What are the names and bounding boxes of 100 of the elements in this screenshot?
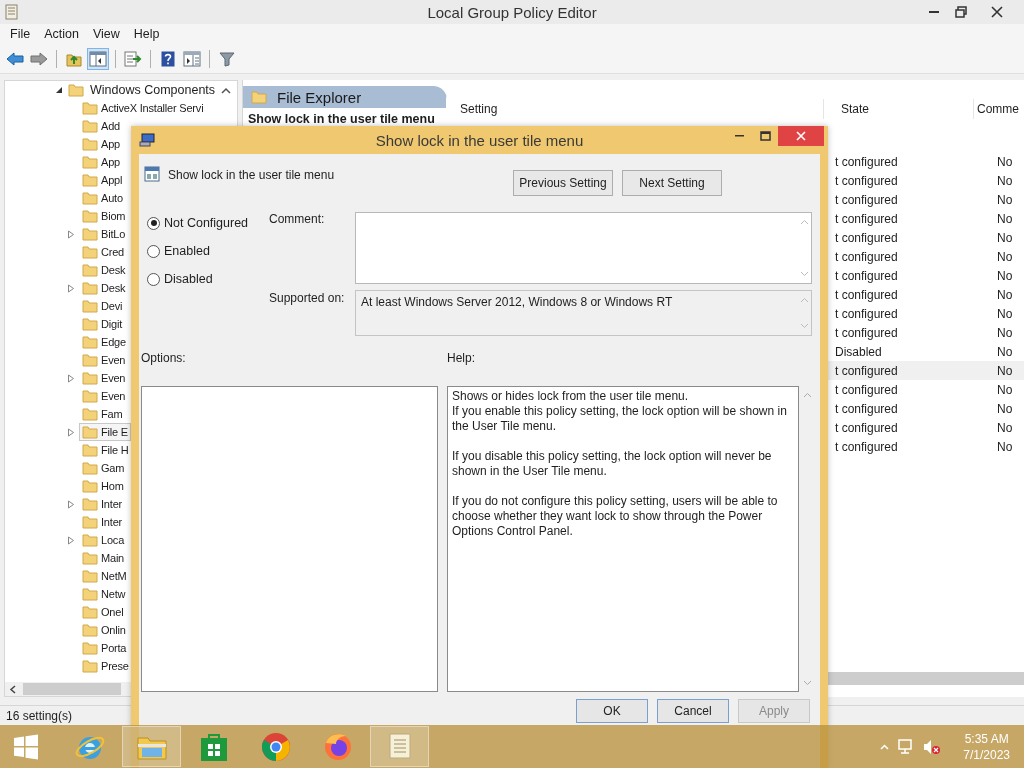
folder-icon — [82, 119, 98, 133]
scroll-up-icon[interactable] — [221, 87, 231, 94]
folder-icon — [82, 227, 98, 241]
menu-item[interactable]: File — [3, 27, 38, 41]
folder-icon — [82, 659, 98, 673]
column-header[interactable]: Comme — [974, 99, 1024, 119]
tree-item[interactable]: Fam — [79, 405, 126, 423]
volume-muted-icon[interactable] — [923, 738, 942, 755]
scroll-left-icon[interactable] — [9, 684, 17, 694]
tree-item[interactable]: BitLo — [79, 225, 129, 243]
tree-item[interactable]: Edge — [79, 333, 129, 351]
tree-item[interactable]: File H — [79, 441, 132, 459]
table-cell-text: No — [996, 420, 1013, 435]
tree-item-label: Even — [101, 390, 126, 402]
tree-item[interactable]: App — [79, 135, 123, 153]
comment-field[interactable] — [355, 212, 812, 284]
tree-item[interactable]: Desk — [79, 261, 129, 279]
toolbar-button[interactable] — [87, 47, 109, 70]
tree-item[interactable]: Auto — [79, 189, 126, 207]
help-text: Shows or hides lock from the user tile menu. If you enable this policy setting, the lock option will be shown in the User Tile menu. If you disable this policy setting, the lock option will never be shown in the User Tile menu. If you do not configure this policy setting, users will be able to choose whether they want lock to show through the Power Options Control Panel. — [447, 386, 799, 692]
radio-option[interactable]: Enabled — [147, 240, 269, 262]
setting-name: Show lock in the user tile menu — [168, 168, 335, 182]
tree-item[interactable]: Onlin — [79, 621, 129, 639]
folder-icon — [82, 263, 98, 277]
dialog-button[interactable]: Cancel — [657, 699, 729, 723]
table-cell-text: No — [996, 173, 1013, 188]
radio-option[interactable]: Not Configured — [147, 212, 269, 234]
column-header[interactable]: State — [824, 99, 974, 119]
tree-item-label: Inter — [101, 516, 122, 528]
menu-item[interactable]: View — [85, 27, 127, 41]
tree-item[interactable]: Add — [79, 117, 123, 135]
tree-item[interactable]: Loca — [79, 531, 128, 549]
tree-item[interactable]: File E — [79, 423, 131, 441]
nav-button[interactable]: Next Setting — [622, 170, 722, 196]
tree-item[interactable]: Digit — [79, 315, 125, 333]
horizontal-scrollbar[interactable] — [826, 672, 1024, 685]
tree-item-label: ActiveX Installer Servi — [101, 102, 204, 114]
scroll-icon — [386, 731, 413, 762]
tree-item[interactable]: ActiveX Installer Servi — [79, 99, 207, 117]
radio-button[interactable] — [147, 216, 160, 230]
radio-button[interactable] — [147, 272, 160, 286]
close-icon — [991, 6, 1003, 18]
menu-item[interactable]: Help — [126, 27, 167, 41]
tree-item[interactable]: Hom — [79, 477, 127, 495]
minimize-icon — [928, 11, 939, 13]
maximize-icon — [759, 131, 771, 141]
properties-icon — [183, 50, 201, 67]
tree-item[interactable]: Biom — [79, 207, 129, 225]
tree-item[interactable]: Inter — [79, 495, 125, 513]
tree-item[interactable]: Windows Components — [90, 83, 216, 97]
tree-item[interactable]: Appl — [79, 171, 126, 189]
dialog-button[interactable]: OK — [576, 699, 648, 723]
section-label: Help: — [447, 351, 475, 365]
table-cell-text: t configured — [835, 420, 899, 435]
nav-button[interactable]: Previous Setting — [513, 170, 613, 196]
folder-icon — [82, 551, 98, 565]
expand-arrow-icon[interactable] — [55, 86, 63, 94]
tree-item[interactable]: Porta — [79, 639, 130, 657]
tree-item[interactable]: Inter — [79, 513, 125, 531]
tree-item-label: Appl — [101, 174, 123, 186]
tree-item-label: Even — [101, 372, 126, 384]
tree-item[interactable]: Devi — [79, 297, 126, 315]
tree-item-label: Prese — [101, 660, 129, 672]
table-cell-text: t configured — [835, 363, 899, 378]
computer-icon — [139, 133, 155, 147]
taskbar-button[interactable] — [122, 726, 181, 767]
tree-item-label: Auto — [101, 192, 123, 204]
table-cell-text: t configured — [835, 192, 899, 207]
table-cell-text: t configured — [835, 268, 899, 283]
tree-item[interactable]: Onel — [79, 603, 127, 621]
scrollbar-thumb[interactable] — [23, 683, 121, 695]
tree-item[interactable]: Cred — [79, 243, 128, 261]
tree-item[interactable]: Even — [79, 351, 129, 369]
taskbar-button[interactable] — [370, 726, 429, 767]
table-cell-text: No — [996, 211, 1013, 226]
scroll-down-icon[interactable] — [799, 271, 809, 277]
tree-item[interactable]: Main — [79, 549, 128, 567]
tree-item[interactable]: NetM — [79, 567, 130, 585]
tree-item[interactable]: Even — [79, 369, 129, 387]
folder-icon — [68, 83, 84, 97]
menu-item[interactable]: Action — [37, 27, 86, 41]
folder-icon — [82, 173, 98, 187]
tree-item-label: File H — [101, 444, 129, 456]
folder-icon — [82, 335, 98, 349]
scroll-down-icon[interactable] — [802, 680, 812, 686]
tree-item[interactable]: Desk — [79, 279, 129, 297]
chevron-up-icon[interactable] — [880, 743, 890, 750]
tree-item[interactable]: App — [79, 153, 123, 171]
tree-item[interactable]: Prese — [79, 657, 132, 675]
column-header[interactable]: Setting — [446, 99, 824, 119]
radio-option[interactable]: Disabled — [147, 268, 269, 290]
folder-icon — [82, 443, 98, 457]
radio-button[interactable] — [147, 244, 160, 258]
folder-icon — [82, 605, 98, 619]
tree-item[interactable]: Gam — [79, 459, 128, 477]
folder-icon — [82, 533, 98, 547]
tree-item[interactable]: Even — [79, 387, 129, 405]
folder-icon — [82, 479, 98, 493]
tree-item[interactable]: Netw — [79, 585, 129, 603]
table-cell-text: t configured — [835, 211, 899, 226]
